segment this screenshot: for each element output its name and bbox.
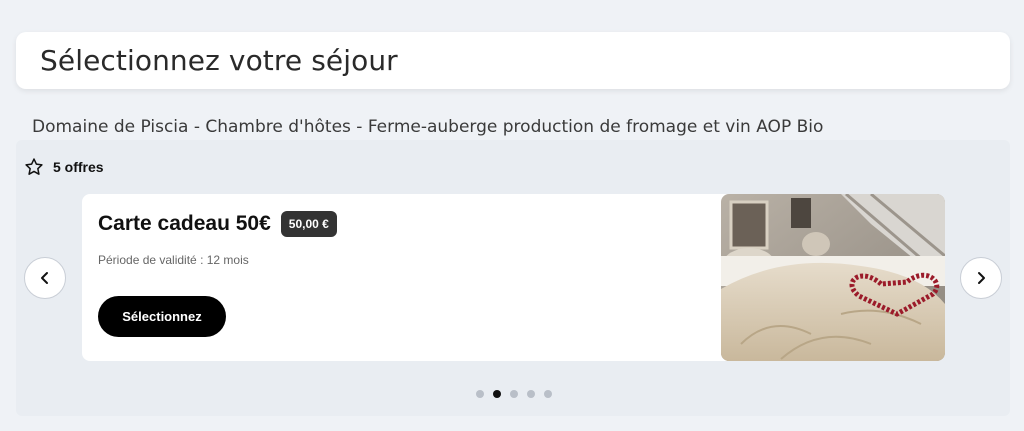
venue-name: Domaine de Piscia - Chambre d'hôtes - Fe… (32, 117, 824, 137)
offer-title: Carte cadeau 50€ (98, 212, 271, 235)
carousel-prev-button[interactable] (24, 257, 66, 299)
carousel-dot[interactable] (476, 390, 484, 398)
carousel-next-button[interactable] (960, 257, 1002, 299)
page-header: Sélectionnez votre séjour (16, 32, 1010, 89)
carousel-dot[interactable] (510, 390, 518, 398)
carousel-dots (476, 390, 552, 398)
carousel-dot[interactable] (544, 390, 552, 398)
carousel-dot-active[interactable] (493, 390, 501, 398)
star-icon (25, 158, 43, 175)
offer-card: Carte cadeau 50€ 50,00 € Période de vali… (82, 194, 945, 361)
chevron-left-icon (41, 272, 48, 284)
offer-image (721, 194, 945, 361)
validity-text: Période de validité : 12 mois (98, 253, 249, 267)
offers-count: 5 offres (24, 157, 104, 177)
offers-count-label: 5 offres (53, 159, 104, 175)
price-badge: 50,00 € (280, 211, 337, 237)
select-button[interactable]: Sélectionnez (98, 296, 226, 337)
carousel-dot[interactable] (527, 390, 535, 398)
page-title: Sélectionnez votre séjour (40, 44, 398, 77)
offer-title-row: Carte cadeau 50€ 50,00 € (98, 211, 337, 237)
chevron-right-icon (978, 272, 985, 284)
